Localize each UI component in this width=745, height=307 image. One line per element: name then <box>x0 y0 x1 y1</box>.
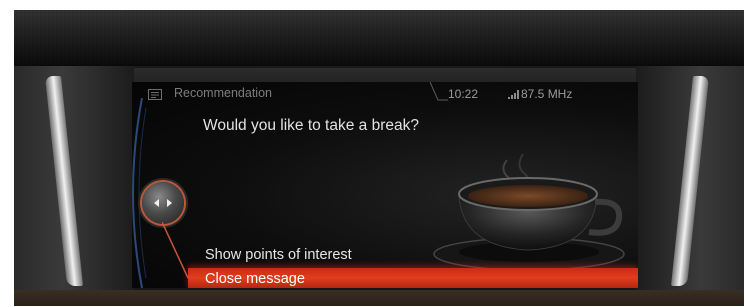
signal-icon <box>508 90 519 99</box>
car-dashboard: Recommendation 10:22 87.5 MHz Would you … <box>14 10 744 306</box>
radio-frequency: 87.5 MHz <box>521 87 573 101</box>
clock: 10:22 <box>448 87 479 101</box>
menu-item-close-message[interactable]: Close message <box>205 271 305 287</box>
idrive-screen: Recommendation 10:22 87.5 MHz Would you … <box>132 82 638 288</box>
controller-icon[interactable] <box>142 182 184 224</box>
controller-arrows-icon <box>154 199 172 207</box>
message-question: Would you like to take a break? <box>203 117 419 134</box>
wood-trim <box>14 290 744 306</box>
dashboard-shade <box>14 10 744 66</box>
menu-item-show-points-of-interest[interactable]: Show points of interest <box>205 247 352 263</box>
status-bar: Recommendation 10:22 87.5 MHz <box>132 82 638 106</box>
controller-connector <box>162 222 189 279</box>
coffee-cup-icon <box>433 153 625 271</box>
status-divider <box>429 82 448 101</box>
